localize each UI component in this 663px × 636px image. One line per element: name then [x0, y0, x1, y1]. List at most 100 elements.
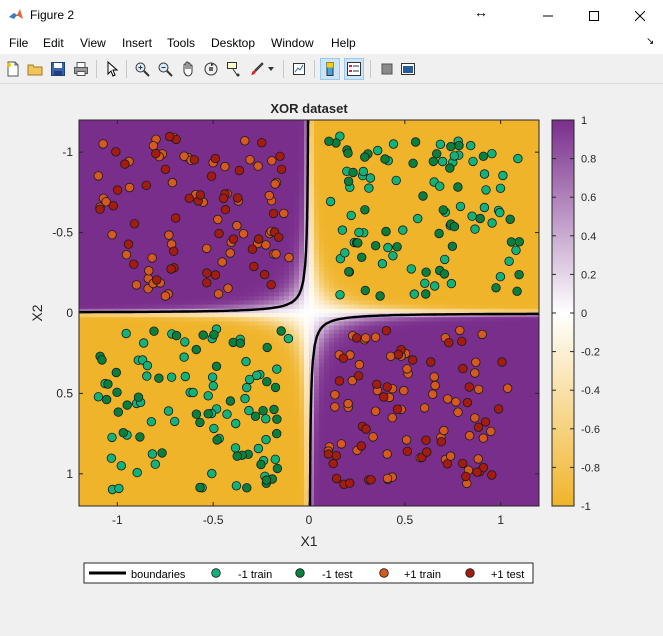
- heatmap-cell: [229, 375, 235, 381]
- heatmap-cell: [219, 182, 225, 188]
- heatmap-cell: [169, 367, 175, 373]
- heatmap-cell: [99, 430, 105, 436]
- heatmap-cell: [304, 317, 310, 322]
- heatmap-cell: [324, 342, 330, 348]
- insert-colorbar-button[interactable]: [320, 58, 340, 80]
- heatmap-cell: [309, 338, 315, 343]
- heatmap-cell: [159, 191, 165, 197]
- heatmap-cell: [324, 120, 330, 125]
- minimize-button[interactable]: [525, 0, 571, 32]
- heatmap-cell: [279, 199, 285, 205]
- save-button[interactable]: [48, 58, 68, 80]
- brush-dropdown-button[interactable]: [266, 58, 276, 80]
- heatmap-cell: [174, 187, 180, 192]
- heatmap-cell: [79, 174, 85, 180]
- heatmap-cell: [189, 258, 195, 264]
- heatmap-cell: [144, 350, 150, 356]
- heatmap-cell: [139, 132, 145, 138]
- heatmap-cell: [209, 287, 215, 293]
- brush-button[interactable]: [247, 58, 267, 80]
- data-cursor-button[interactable]: [224, 58, 244, 80]
- heatmap-cell: [84, 195, 90, 201]
- link-plot-button[interactable]: [289, 58, 309, 80]
- heatmap-cell: [314, 153, 320, 159]
- menu-edit[interactable]: Edit: [43, 36, 64, 50]
- zoom-in-button[interactable]: [132, 58, 152, 80]
- heatmap-cell: [134, 451, 140, 457]
- heatmap-cell: [284, 187, 290, 192]
- hide-plot-tools-button[interactable]: [377, 58, 397, 80]
- heatmap-cell: [99, 321, 105, 327]
- heatmap-cell: [119, 313, 125, 318]
- menubar-dock-arrow-icon[interactable]: ↘: [646, 36, 654, 47]
- heatmap-cell: [79, 405, 85, 411]
- heatmap-cell: [229, 380, 235, 385]
- heatmap-cell: [314, 166, 320, 171]
- menu-help[interactable]: Help: [331, 36, 356, 50]
- menu-insert[interactable]: Insert: [122, 36, 152, 50]
- heatmap-cell: [334, 271, 340, 276]
- heatmap-cell: [319, 279, 325, 285]
- heatmap-cell: [344, 296, 350, 302]
- heatmap-cell: [304, 401, 310, 406]
- heatmap-cell: [239, 472, 245, 478]
- zoom-out-button[interactable]: [155, 58, 175, 80]
- menu-tools[interactable]: Tools: [167, 36, 195, 50]
- close-button[interactable]: [617, 0, 663, 32]
- heatmap-cell: [229, 161, 235, 167]
- heatmap-cell: [149, 212, 155, 218]
- heatmap-cell: [254, 199, 260, 205]
- heatmap-cell: [174, 145, 180, 150]
- heatmap-cell: [304, 292, 310, 297]
- heatmap-cell: [269, 120, 275, 125]
- heatmap-cell: [94, 333, 100, 339]
- menu-file[interactable]: File: [9, 36, 28, 50]
- heatmap-cell: [114, 313, 120, 318]
- heatmap-cell: [179, 208, 185, 213]
- heatmap-cell: [284, 140, 290, 146]
- heatmap-cell: [184, 124, 190, 129]
- print-button[interactable]: [71, 58, 91, 80]
- edit-plot-button[interactable]: [102, 58, 122, 80]
- heatmap-cell: [94, 258, 100, 264]
- rotate-3d-button[interactable]: [201, 58, 221, 80]
- heatmap-cell: [139, 161, 145, 167]
- heatmap-cell: [134, 245, 140, 251]
- heatmap-cell: [104, 266, 110, 272]
- heatmap-cell: [254, 455, 260, 461]
- menu-desktop[interactable]: Desktop: [211, 36, 255, 50]
- heatmap-cell: [219, 459, 225, 465]
- heatmap-cell: [214, 187, 220, 192]
- maximize-button[interactable]: [571, 0, 617, 32]
- heatmap-cell: [244, 367, 250, 373]
- heatmap-cell: [99, 464, 105, 469]
- heatmap-cell: [294, 417, 300, 423]
- heatmap-cell: [124, 124, 130, 129]
- heatmap-cell: [259, 359, 265, 364]
- heatmap-cell: [244, 304, 250, 310]
- heatmap-cell: [119, 136, 125, 142]
- open-file-button[interactable]: [25, 58, 45, 80]
- menu-view[interactable]: View: [80, 36, 106, 50]
- heatmap-cell: [304, 476, 310, 482]
- heatmap-cell: [289, 170, 295, 176]
- heatmap-cell: [214, 459, 220, 465]
- heatmap-cell: [234, 367, 240, 373]
- heatmap-cell: [204, 237, 210, 243]
- heatmap-cell: [329, 417, 335, 423]
- insert-legend-button[interactable]: [344, 58, 364, 80]
- heatmap-cell: [229, 124, 235, 129]
- heatmap-cell: [154, 271, 160, 276]
- heatmap-cell: [189, 321, 195, 327]
- heatmap-cell: [104, 254, 110, 260]
- heatmap-cell: [164, 401, 170, 406]
- new-figure-button[interactable]: [3, 58, 23, 80]
- heatmap-cell: [314, 485, 320, 490]
- toolbar-separator: [96, 60, 97, 78]
- heatmap-cell: [79, 296, 85, 302]
- show-plot-tools-button[interactable]: [398, 58, 418, 80]
- heatmap-cell: [94, 250, 100, 255]
- pan-button[interactable]: [178, 58, 198, 80]
- heatmap-cell: [159, 262, 165, 268]
- menu-window[interactable]: Window: [271, 36, 314, 50]
